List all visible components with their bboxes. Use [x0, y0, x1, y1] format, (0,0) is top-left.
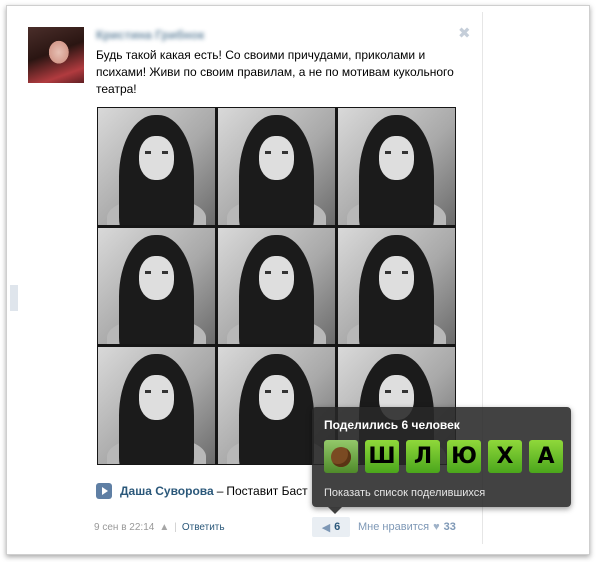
photo-thumbnail[interactable]	[338, 227, 455, 345]
dog-icon	[331, 446, 351, 467]
like-label: Мне нравится	[358, 521, 430, 533]
photo-thumbnail[interactable]	[98, 108, 215, 225]
audio-track: Даша Суворова – Поставит Баст	[96, 483, 308, 499]
photo-eyes	[144, 390, 169, 394]
sharer-avatar[interactable]: Л	[406, 440, 440, 473]
photo-thumbnail[interactable]	[218, 227, 335, 345]
post-meta: 9 сен в 22:14 ▲ | Ответить	[94, 522, 225, 533]
tooltip-title: Поделились 6 человек	[324, 418, 460, 432]
photo-eyes	[144, 270, 169, 274]
play-icon[interactable]	[96, 483, 112, 499]
share-button[interactable]: ◀ 6	[312, 517, 350, 537]
photo-eyes	[384, 390, 409, 394]
share-count: 6	[334, 521, 341, 533]
photo-thumbnail[interactable]	[218, 108, 335, 225]
share-tooltip: Поделились 6 человек Ш Л Ю Х А Показать …	[312, 407, 571, 514]
post-date[interactable]: 9 сен в 22:14	[94, 522, 154, 533]
side-strip	[10, 285, 18, 311]
audio-separator: –	[216, 484, 224, 498]
photo-eyes	[264, 390, 289, 394]
audio-artist[interactable]: Даша Суворова	[120, 484, 214, 498]
photo-face	[138, 255, 175, 300]
heart-icon: ♥	[433, 521, 440, 533]
sharer-avatar[interactable]: Х	[488, 440, 522, 473]
photo-thumbnail[interactable]	[338, 108, 455, 225]
photo-eyes	[264, 270, 289, 274]
sharer-avatars: Ш Л Ю Х А	[324, 440, 563, 473]
like-button[interactable]: Мне нравится ♥ 33	[358, 521, 456, 533]
post-text: Будь такой какая есть! Со своими причуда…	[96, 48, 454, 96]
photo-face	[138, 135, 175, 181]
megaphone-icon: ◀	[321, 521, 331, 534]
sharer-avatar[interactable]	[324, 440, 358, 473]
show-sharers-link[interactable]: Показать список поделившихся	[324, 487, 485, 499]
author-name[interactable]: Кристина Грибнок	[96, 28, 204, 42]
meta-separator: |	[174, 522, 177, 533]
photo-thumbnail[interactable]	[98, 347, 215, 464]
sharer-avatar[interactable]: Ю	[447, 440, 481, 473]
avatar[interactable]	[28, 27, 84, 83]
photo-eyes	[264, 151, 289, 155]
photo-thumbnail[interactable]	[98, 227, 215, 345]
photo-face	[258, 375, 295, 420]
photo-face	[258, 255, 295, 300]
tooltip-arrow	[328, 507, 342, 514]
audio-title: Поставит Баст	[226, 484, 308, 498]
photo-face	[378, 255, 415, 300]
photo-eyes	[144, 151, 169, 155]
photo-face	[258, 135, 295, 181]
sharer-avatar[interactable]: Ш	[365, 440, 399, 473]
photo-eyes	[384, 270, 409, 274]
like-count: 33	[443, 521, 456, 533]
sharer-avatar[interactable]: А	[529, 440, 563, 473]
photo-face	[138, 375, 175, 420]
reply-link[interactable]: Ответить	[182, 522, 225, 533]
photo-face	[378, 135, 415, 181]
photo-eyes	[384, 151, 409, 155]
android-icon: ▲	[159, 522, 170, 533]
close-icon[interactable]: ✖	[458, 24, 471, 42]
